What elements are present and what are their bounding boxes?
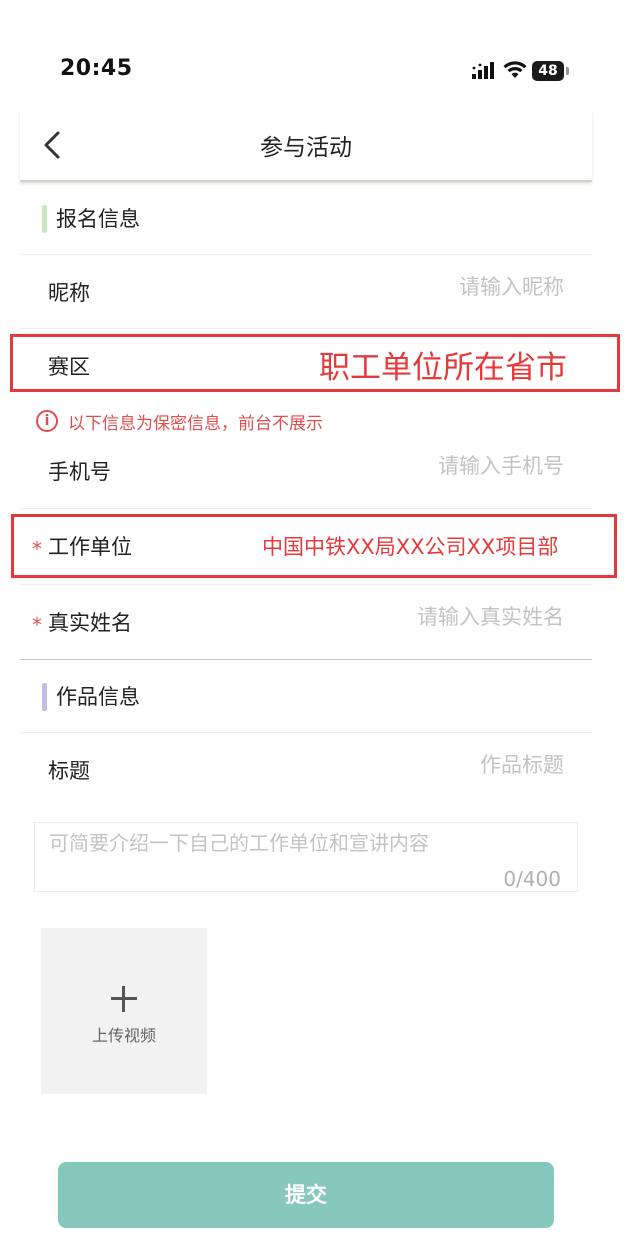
section-signup-title: 报名信息 (56, 207, 140, 231)
battery-icon: 48 (532, 61, 564, 81)
nav-bar: 参与活动 (20, 110, 592, 182)
annotation-workplace-text: 中国中铁XX局XX公司XX项目部 (262, 531, 559, 561)
status-bar: 20:45 48 (0, 0, 628, 110)
intro-textarea-box: 0/400 (34, 822, 578, 892)
page-title: 参与活动 (260, 135, 352, 161)
section-accent-bar (42, 683, 47, 711)
upload-video-button[interactable]: 上传视频 (41, 928, 207, 1094)
annotation-region-text: 职工单位所在省市 (319, 342, 567, 387)
character-counter: 0/400 (503, 867, 561, 891)
realname-label: 真实姓名 (48, 611, 132, 635)
wifi-icon (503, 61, 527, 78)
title-label: 标题 (48, 759, 90, 783)
upload-video-label: 上传视频 (91, 1026, 156, 1045)
nickname-input[interactable] (264, 275, 564, 299)
section-accent-bar (42, 205, 47, 233)
battery-tip (566, 67, 569, 75)
form-row-phone: 手机号 (20, 434, 592, 508)
required-asterisk: * (32, 613, 42, 637)
section-work-title: 作品信息 (56, 685, 140, 709)
form-row-nickname: 昵称 (20, 254, 592, 328)
section-signup-header: 报名信息 (42, 204, 242, 234)
signal-icon (472, 62, 494, 79)
nickname-label: 昵称 (48, 281, 90, 305)
form-row-realname: * 真实姓名 (20, 584, 592, 658)
realname-input[interactable] (264, 605, 564, 629)
section-work-header: 作品信息 (42, 682, 242, 712)
info-icon: i (36, 410, 58, 432)
submit-button[interactable]: 提交 (58, 1162, 554, 1228)
privacy-notice-text: 以下信息为保密信息，前台不展示 (68, 414, 323, 434)
title-input[interactable] (264, 753, 564, 777)
section-divider (20, 659, 592, 660)
phone-input[interactable] (264, 454, 564, 478)
intro-textarea[interactable] (49, 827, 559, 865)
phone-label: 手机号 (48, 460, 111, 484)
form-row-title: 标题 (20, 732, 592, 806)
status-time: 20:45 (60, 56, 133, 81)
plus-icon (111, 986, 137, 1012)
